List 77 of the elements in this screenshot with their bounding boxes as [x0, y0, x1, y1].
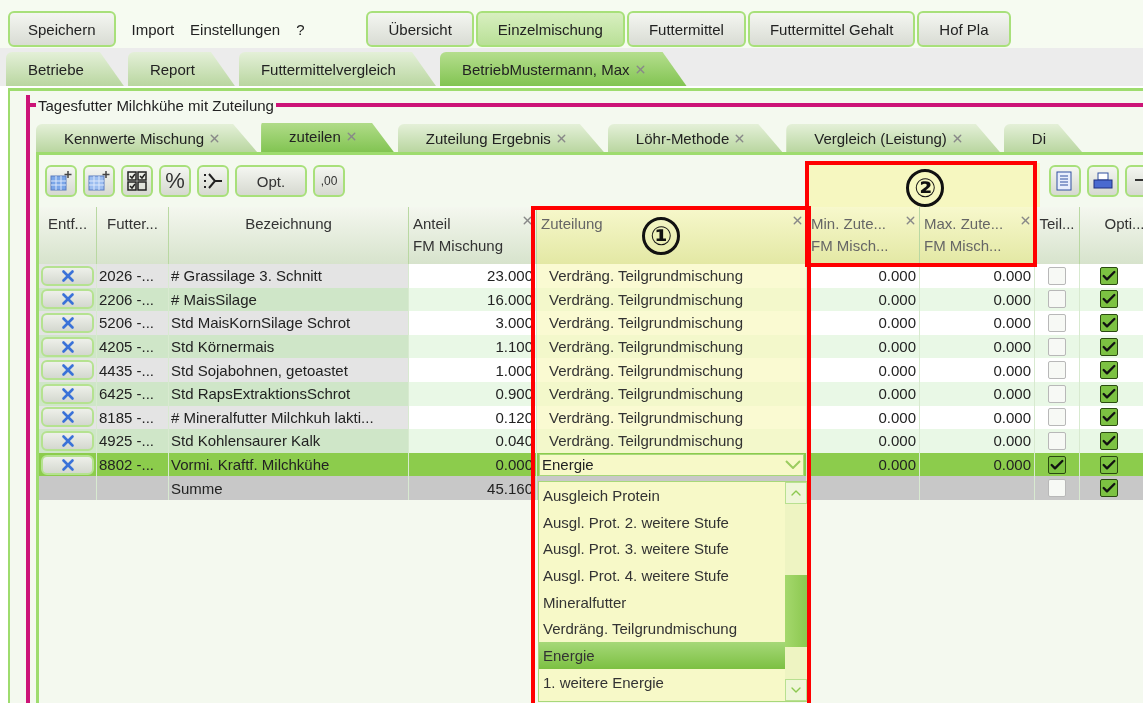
table-cell: 0.000: [920, 381, 1035, 406]
view-button[interactable]: Übersicht: [366, 11, 474, 47]
table-cell: 5206 -...: [97, 311, 169, 335]
view-button[interactable]: Futtermittel Gehalt: [747, 11, 916, 47]
table-cell: Verdräng. Teilgrundmischung: [537, 429, 807, 453]
tab[interactable]: Zuteilung Ergebnis: [397, 124, 604, 152]
column-header[interactable]: Bezeichnung: [169, 207, 409, 264]
dropdown-option[interactable]: Ausgl. Prot. 4. weitere Stufe: [539, 562, 785, 589]
tab[interactable]: Di: [1003, 124, 1082, 152]
table-cell: 2206 -...: [97, 287, 169, 312]
dropdown-field[interactable]: Energie: [539, 453, 804, 476]
column-header[interactable]: Max. Zute... FM Misch...: [920, 207, 1035, 264]
view-button[interactable]: Einzelmischung: [475, 11, 625, 47]
group-title: Tagesfutter Milchkühe mit Zuteilung: [37, 96, 275, 114]
table-cell: 0.000: [920, 334, 1035, 359]
field-value: Energie: [542, 455, 594, 476]
format-button[interactable]: %: [159, 165, 191, 197]
column-header[interactable]: Anteil FM Mischung: [409, 207, 537, 264]
table-cell: # Grassilage 3. Schnitt: [169, 264, 409, 288]
dropdown-option[interactable]: Verdräng. Teilgrundmischung: [539, 615, 785, 643]
document-tab[interactable]: Report: [127, 52, 235, 86]
tab[interactable]: Löhr-Methode: [607, 124, 783, 152]
document-tab[interactable]: Futtermittelvergleich: [238, 52, 436, 86]
dropdown-option[interactable]: Energie: [539, 642, 785, 669]
dropdown-option[interactable]: Mineralfutter: [539, 588, 785, 616]
column-header[interactable]: Futter...: [97, 207, 169, 264]
table-cell: 0.000: [920, 287, 1035, 312]
table-cell: 0.000: [920, 311, 1035, 335]
callout-number: ①: [642, 217, 680, 255]
table-cell: 4925 -...: [97, 429, 169, 453]
table-cell: Std MaisKornSilage Schrot: [169, 311, 409, 335]
view-button[interactable]: Futtermittel: [626, 11, 746, 47]
dropdown-option[interactable]: Ausgleich Protein: [539, 482, 785, 509]
table-cell: 2026 -...: [97, 264, 169, 288]
table-cell: Verdräng. Teilgrundmischung: [537, 287, 807, 312]
table-cell: Verdräng. Teilgrundmischung: [537, 264, 807, 288]
menu-item[interactable]: Import: [131, 20, 175, 38]
tab[interactable]: Kennwerte Mischung: [36, 124, 258, 152]
document-tab[interactable]: BetriebMustermann, Max: [439, 52, 687, 86]
table-cell: Std Körnermais: [169, 334, 409, 359]
menu-item[interactable]: Einstellungen: [190, 20, 281, 38]
menu-item[interactable]: ?: [296, 20, 305, 38]
view-button[interactable]: Hof Pla: [917, 11, 1011, 47]
table-cell: Verdräng. Teilgrundmischung: [537, 334, 807, 359]
table-cell: Std RapsExtraktionsSchrot: [169, 381, 409, 406]
table-cell: Std Kohlensaurer Kalk: [169, 429, 409, 453]
callout-number: ②: [906, 169, 944, 207]
table-cell: 8802 -...: [97, 452, 169, 477]
table-cell: # MaisSilage: [169, 287, 409, 312]
dropdown-option[interactable]: Ausgl. Prot. 3. weitere Stufe: [539, 535, 785, 563]
tab[interactable]: Vergleich (Leistung): [786, 124, 1000, 152]
save-button[interactable]: Speichern: [8, 11, 116, 47]
document-tab[interactable]: Betriebe: [6, 52, 124, 86]
table-cell: Verdräng. Teilgrundmischung: [537, 358, 807, 382]
table-cell: Verdräng. Teilgrundmischung: [537, 311, 807, 335]
column-header[interactable]: Opti...: [1080, 207, 1143, 264]
table-cell: 8185 -...: [97, 405, 169, 430]
table-cell: 0.000: [920, 429, 1035, 453]
table-cell: Vormi. Kraftf. Milchkühe: [169, 452, 409, 477]
table-cell: Verdräng. Teilgrundmischung: [537, 405, 807, 430]
dropdown-option[interactable]: 1. weitere Energie: [539, 668, 785, 696]
format-button[interactable]: ,00: [313, 165, 345, 197]
table-cell: Std Sojabohnen, getoastet: [169, 358, 409, 382]
table-cell: # Mineralfutter Milchkuh lakti...: [169, 405, 409, 430]
column-header[interactable]: Entf...: [39, 207, 97, 264]
table-cell: 6425 -...: [97, 381, 169, 406]
column-header[interactable]: Teil...: [1035, 207, 1080, 264]
table-cell: 0.000: [920, 358, 1035, 382]
table-cell: Summe: [169, 476, 409, 500]
table-cell: 0.000: [920, 405, 1035, 430]
table-cell: 0.000: [920, 452, 1035, 477]
dropdown-option[interactable]: Ausgl. Prot. 2. weitere Stufe: [539, 508, 785, 536]
options-button[interactable]: Opt.: [235, 165, 307, 197]
table-cell: Verdräng. Teilgrundmischung: [537, 381, 807, 406]
table-cell: 4205 -...: [97, 334, 169, 359]
tab[interactable]: zuteilen: [261, 123, 394, 152]
table-cell: 4435 -...: [97, 358, 169, 382]
